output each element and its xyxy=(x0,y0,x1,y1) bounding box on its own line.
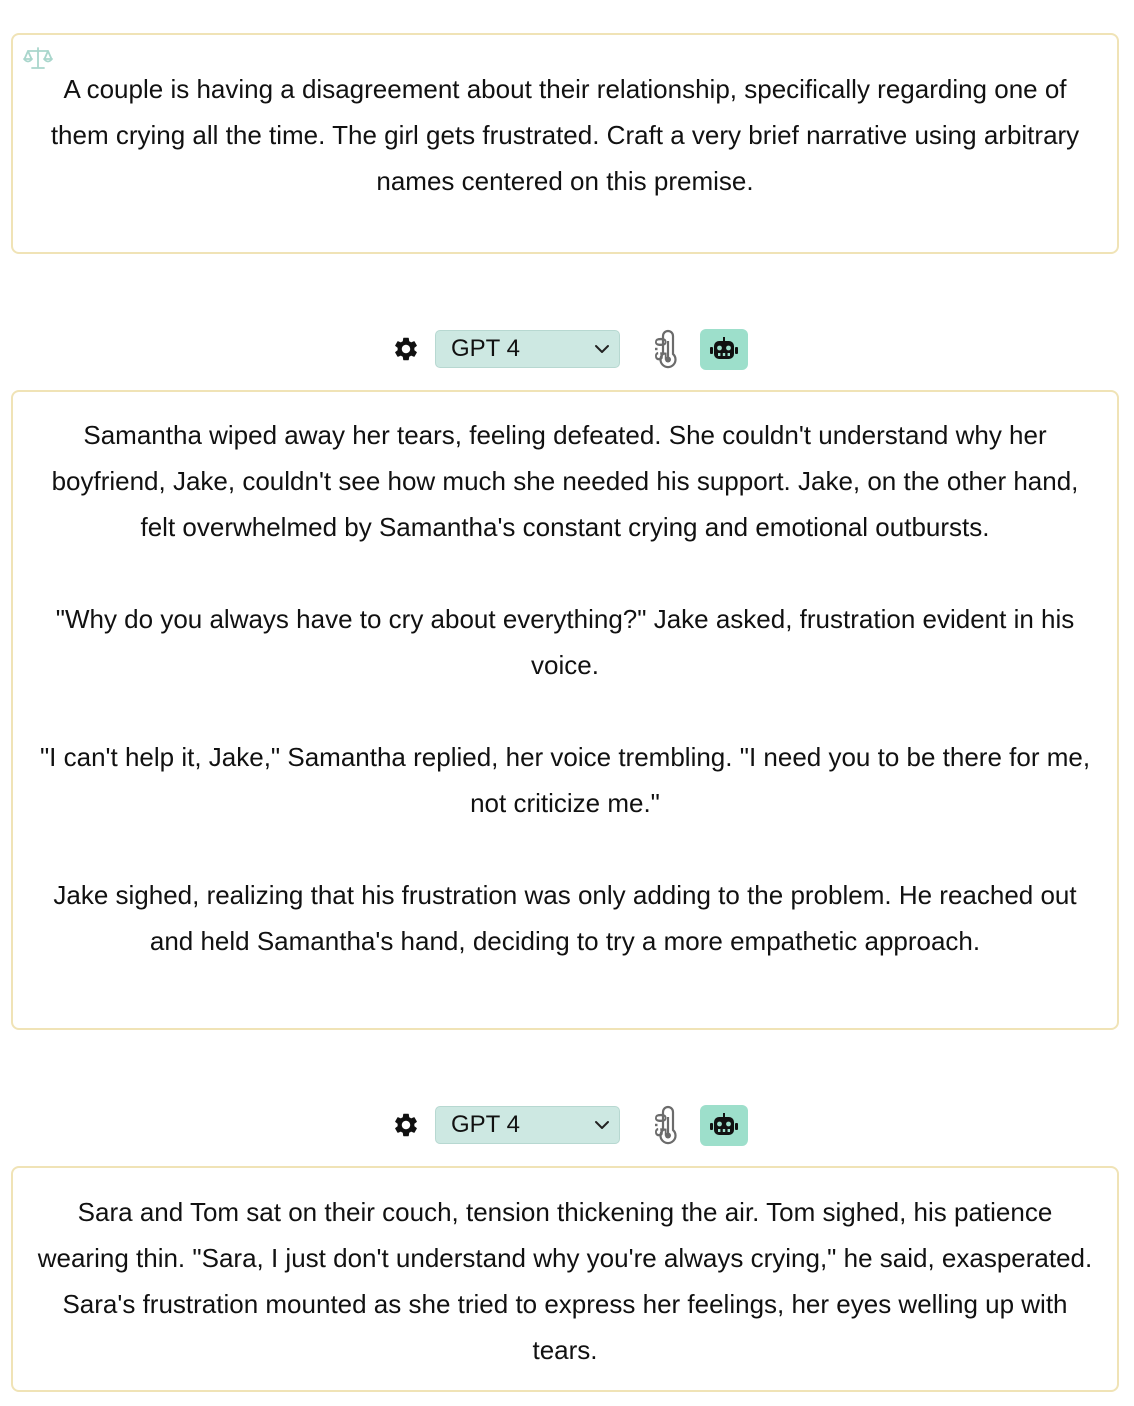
robot-button[interactable] xyxy=(700,1105,748,1146)
response-toolbar: GPT 4 0.5 xyxy=(0,328,1134,370)
robot-icon xyxy=(710,337,738,359)
response-toolbar: GPT 4 0.5 xyxy=(0,1104,1134,1146)
thermometer-icon[interactable]: 0.5 xyxy=(637,1105,681,1145)
response-paragraph: Jake sighed, realizing that his frustrat… xyxy=(53,880,1084,956)
prompt-text: A couple is having a disagreement about … xyxy=(50,74,1087,196)
model-select-value: GPT 4 xyxy=(451,335,520,362)
prompt-card: A couple is having a disagreement about … xyxy=(11,33,1119,254)
robot-button[interactable] xyxy=(700,329,748,370)
gear-icon[interactable] xyxy=(392,1111,420,1139)
chevron-down-icon xyxy=(595,1121,609,1129)
model-select[interactable]: GPT 4 xyxy=(435,1106,620,1144)
chevron-down-icon xyxy=(595,345,609,353)
gear-icon[interactable] xyxy=(392,335,420,363)
model-select[interactable]: GPT 4 xyxy=(435,330,620,368)
scale-icon xyxy=(23,47,53,69)
response-card: Samantha wiped away her tears, feeling d… xyxy=(11,390,1119,1030)
thermometer-icon[interactable]: 0.5 xyxy=(637,329,681,369)
response-paragraph: Samantha wiped away her tears, feeling d… xyxy=(51,420,1086,542)
response-paragraph: "I can't help it, Jake," Samantha replie… xyxy=(39,742,1098,818)
response-paragraph: "Why do you always have to cry about eve… xyxy=(55,604,1082,680)
model-select-value: GPT 4 xyxy=(451,1111,520,1138)
robot-icon xyxy=(710,1113,738,1135)
response-paragraph: Sara and Tom sat on their couch, tension… xyxy=(37,1197,1100,1365)
response-card: Sara and Tom sat on their couch, tension… xyxy=(11,1166,1119,1392)
